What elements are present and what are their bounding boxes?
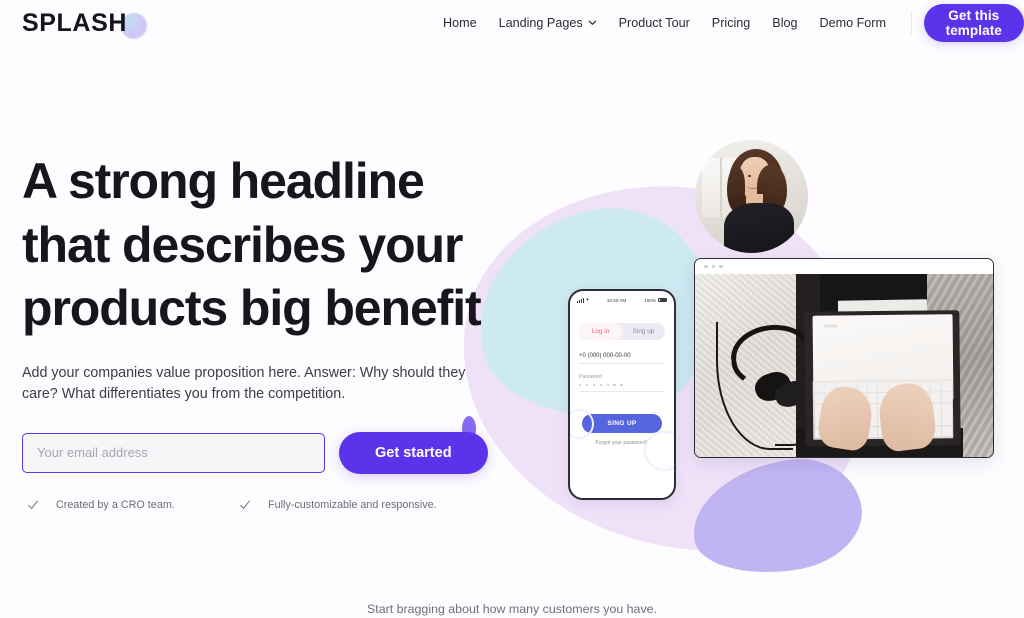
signal-icon [577,297,585,303]
nav-item-demo-form[interactable]: Demo Form [809,0,897,46]
ring-decoration [644,431,674,471]
workspace-photo [695,274,993,457]
nav-item-landing-pages[interactable]: Landing Pages [488,0,608,46]
logo-text: SPLASH [22,8,128,37]
phone-mockup: ▾ 10:30 AM 100% Log in Sing up +0 (000) … [568,289,676,500]
feature-label: Fully-customizable and responsive. [268,498,437,511]
phone-tab-login[interactable]: Log in [579,323,622,340]
checkmark-icon [22,499,44,511]
window-dot-icon [719,264,723,269]
wifi-icon: ▾ [586,297,589,303]
phone-status-bar: ▾ 10:30 AM 100% [570,293,674,307]
checkmark-icon [234,499,256,511]
nav-item-blog[interactable]: Blog [761,0,808,46]
hero-subheadline: Add your companies value proposition her… [22,364,466,403]
main-nav: Home Landing Pages Product Tour Pricing … [437,0,1024,46]
portrait-eye [747,174,752,177]
site-header: SPLASH Home Landing Pages Product Tour P… [0,0,1024,46]
chevron-down-icon [588,18,597,27]
landing-page: SPLASH Home Landing Pages Product Tour P… [0,0,1024,618]
nav-item-home[interactable]: Home [437,0,488,46]
avatar [695,140,808,253]
nav-label: Pricing [711,16,751,30]
nav-label: Product Tour [618,16,690,30]
ring-decoration [570,409,594,439]
browser-titlebar [695,259,993,274]
phone-auth-tabs: Log in Sing up [579,323,665,340]
page-title: A strong headline that describes your pr… [22,150,492,341]
headline-line-3: products big benefit [22,280,482,336]
hero-content: A strong headline that describes your pr… [22,150,492,511]
nav-label: Demo Form [819,16,886,30]
phone-password-dots[interactable] [579,384,665,393]
browser-mockup [694,258,994,458]
periwinkle-blob-decoration-small [786,482,858,550]
nav-label: Blog [772,16,798,30]
signup-form: Get started [22,431,492,474]
logo[interactable]: SPLASH [22,0,147,46]
headline-line-2: that describes your [22,216,463,273]
nav-divider [911,11,912,35]
feature-list: Created by a CRO team. Fully-customizabl… [22,499,492,511]
phone-clock: 10:30 AM [606,297,627,303]
battery-icon [658,297,667,303]
nav-item-product-tour[interactable]: Product Tour [608,0,701,46]
social-proof-note: Start bragging about how many customers … [367,602,657,616]
email-input[interactable] [22,432,325,473]
nav-item-pricing[interactable]: Pricing [701,0,762,46]
window-dot-icon [711,264,716,269]
window-dot-icon [704,264,708,269]
nav-label: Home [443,16,477,30]
nav-label: Landing Pages [498,16,583,30]
get-this-template-button[interactable]: Get this template [923,4,1024,42]
phone-password-label: Password [579,374,602,380]
feature-item-cro-team: Created by a CRO team. [22,499,234,511]
portrait-top [724,203,795,253]
headline-line-1: A strong headline [22,153,425,209]
get-started-button[interactable]: Get started [339,431,488,474]
phone-battery-percent: 100% [644,297,656,303]
feature-item-customizable: Fully-customizable and responsive. [234,499,437,511]
phone-tab-signup[interactable]: Sing up [622,323,665,340]
phone-signup-button[interactable]: SING UP [582,414,662,434]
feature-label: Created by a CRO team. [56,498,175,511]
phone-number-field[interactable]: +0 (000) 000-00-00 [579,353,665,364]
